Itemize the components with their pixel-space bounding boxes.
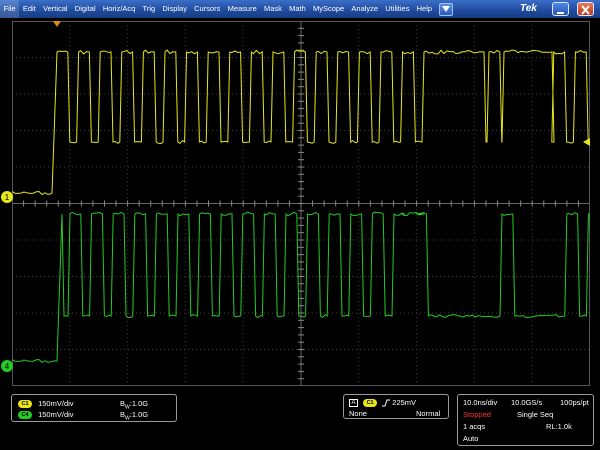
menu-mask[interactable]: Mask <box>260 0 285 18</box>
run-state: Stopped <box>463 410 491 419</box>
menu-edit[interactable]: Edit <box>19 0 39 18</box>
chevron-down-icon <box>441 6 450 12</box>
trigger-level: 225mV <box>392 398 417 407</box>
svg-text:4: 4 <box>5 362 10 371</box>
ch1-ground-marker[interactable]: 1 <box>0 190 14 204</box>
ch1-bandwidth: BW:1.0G <box>120 399 149 411</box>
acquisition-mode: Single Seq <box>517 410 554 419</box>
graticule <box>12 21 590 386</box>
horizontal-acquisition-panel[interactable]: 10.0ns/div 10.0GS/s 100ps/pt Stopped Sin… <box>457 394 594 446</box>
trigger-source-badge: C1 <box>363 399 378 408</box>
acquisition-count: 1 acqs <box>463 422 486 431</box>
menu-utilities[interactable]: Utilities <box>382 0 413 18</box>
close-button[interactable] <box>577 2 594 16</box>
ch4-badge: C4 <box>18 411 32 420</box>
menu-analyze[interactable]: Analyze <box>348 0 382 18</box>
brand-logo: Tek <box>520 3 537 14</box>
ch1-scale: 150mV/div <box>38 399 74 408</box>
resolution: 100ps/pt <box>560 398 589 407</box>
menu-digital[interactable]: Digital <box>71 0 99 18</box>
minimize-button[interactable] <box>552 2 569 16</box>
rising-edge-icon <box>382 399 391 407</box>
record-length: RL:1.0k <box>546 422 572 431</box>
menu-bar: File Edit Vertical Digital Horiz/Acq Tri… <box>0 0 600 18</box>
menu-file[interactable]: File <box>0 0 20 18</box>
trigger-level-marker[interactable] <box>583 138 590 146</box>
sample-rate: 10.0GS/s <box>511 398 543 407</box>
menu-cursors[interactable]: Cursors <box>191 0 224 18</box>
ch4-bandwidth: BW:1.0G <box>120 410 149 422</box>
trigger-type-icon: A <box>349 399 358 408</box>
menu-help[interactable]: Help <box>413 0 436 18</box>
trigger-coupling: None <box>349 409 367 418</box>
menu-horiz-acq[interactable]: Horiz/Acq <box>99 0 139 18</box>
trigger-run-mode: Auto <box>463 434 479 443</box>
ch4-scale: 150mV/div <box>38 410 74 419</box>
menu-measure[interactable]: Measure <box>224 0 260 18</box>
trigger-position-marker[interactable] <box>53 21 61 27</box>
waveform-display[interactable] <box>12 21 590 386</box>
menu-display[interactable]: Display <box>159 0 191 18</box>
menu-vertical[interactable]: Vertical <box>39 0 71 18</box>
trigger-settings-panel[interactable]: A C1 225mV None Normal <box>343 394 449 419</box>
ch1-badge: C1 <box>18 400 32 409</box>
svg-text:1: 1 <box>5 193 10 202</box>
ch4-settings-row[interactable]: C4 150mV/div <box>18 410 74 420</box>
menu-math[interactable]: Math <box>285 0 309 18</box>
menu-trig[interactable]: Trig <box>139 0 159 18</box>
trigger-mode: Normal <box>416 409 441 418</box>
ch1-settings-row[interactable]: C1 150mV/div <box>18 399 74 409</box>
menu-dropdown-button[interactable] <box>438 2 453 16</box>
ch4-ground-marker[interactable]: 4 <box>0 359 14 373</box>
minimize-icon <box>557 12 564 14</box>
close-icon <box>581 5 590 15</box>
trigger-summary: A C1 225mV <box>349 398 417 408</box>
vertical-settings-panel[interactable]: C1 150mV/div BW:1.0G C4 150mV/div BW:1.0… <box>11 394 177 422</box>
horizontal-scale: 10.0ns/div <box>463 398 498 407</box>
menu-myscope[interactable]: MyScope <box>309 0 347 18</box>
